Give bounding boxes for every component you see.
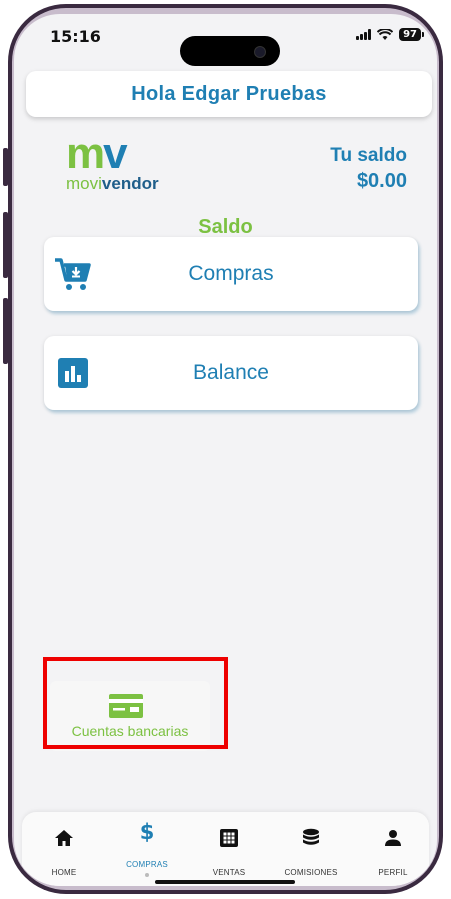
tab-home-label: HOME [51, 868, 77, 877]
tab-ventas[interactable]: VENTAS [194, 812, 264, 886]
app-screen: 15:16 97 Hola Edgar Pruebas mv movivendo… [14, 14, 437, 886]
status-time: 15:16 [50, 27, 101, 46]
battery-icon: 97 [399, 28, 424, 41]
balance-summary: Tu saldo $0.00 [330, 144, 407, 194]
signal-icon [356, 29, 372, 40]
compras-label: Compras [188, 262, 274, 285]
balance-button[interactable]: Balance [44, 336, 418, 410]
mute-switch [3, 148, 8, 186]
compras-button[interactable]: Compras [44, 237, 418, 311]
tab-compras[interactable]: $ COMPRAS [112, 812, 182, 886]
balance-amount: $0.00 [356, 170, 407, 192]
calculator-icon [219, 828, 239, 848]
dynamic-island [180, 36, 280, 66]
tab-home[interactable]: HOME [29, 812, 99, 886]
camera-icon [254, 46, 266, 58]
greeting-banner: Hola Edgar Pruebas [26, 71, 432, 117]
bar-chart-icon [54, 354, 92, 392]
highlight-box [43, 657, 228, 749]
tab-compras-label: COMPRAS [126, 860, 168, 869]
tab-comisiones-label: COMISIONES [284, 868, 338, 877]
active-indicator [145, 873, 149, 877]
tab-perfil[interactable]: PERFIL [358, 812, 428, 886]
coins-icon [301, 828, 321, 848]
balance-menu-label: Balance [193, 361, 269, 384]
dollar-icon: $ [139, 820, 155, 844]
user-icon [383, 828, 403, 848]
section-title: Saldo [198, 216, 253, 238]
movivendor-logo: mv movivendor [66, 129, 159, 194]
volume-down-button [3, 298, 8, 364]
balance-label: Tu saldo [330, 145, 407, 166]
volume-up-button [3, 212, 8, 278]
home-indicator [155, 880, 295, 884]
tab-perfil-label: PERFIL [378, 868, 408, 877]
cart-download-icon [54, 255, 92, 293]
status-icons: 97 [356, 28, 424, 41]
bottom-tab-bar: HOME $ COMPRAS VENTAS COMISIONES PERFIL [22, 812, 429, 886]
tab-comisiones[interactable]: COMISIONES [276, 812, 346, 886]
home-icon [54, 828, 74, 848]
tab-ventas-label: VENTAS [212, 868, 246, 877]
wifi-icon [377, 28, 394, 40]
